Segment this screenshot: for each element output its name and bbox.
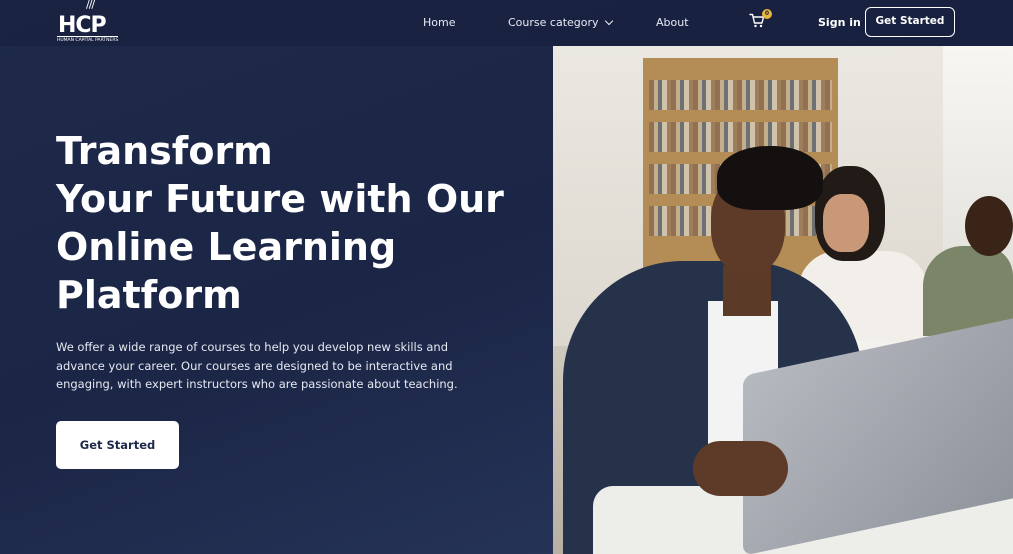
cart-count-badge: 0 <box>762 9 772 19</box>
hero-title: Transform Your Future with Our Online Le… <box>56 127 526 319</box>
sign-in-link[interactable]: Sign in <box>818 16 861 29</box>
nav-link-course-category[interactable]: Course category <box>508 16 613 29</box>
hero-title-line: Transform <box>56 129 273 173</box>
hero-title-line: Online Learning <box>56 225 397 269</box>
logo-tagline: HUMAN CAPITAL PARTNERS <box>57 36 119 43</box>
nav-link-home[interactable]: Home <box>423 16 455 29</box>
chevron-down-icon <box>604 16 613 26</box>
nav-link-about[interactable]: About <box>656 16 689 29</box>
logo-mark: HCP <box>58 13 107 38</box>
hero-get-started-button[interactable]: Get Started <box>56 421 179 469</box>
hero-description: We offer a wide range of courses to help… <box>56 340 458 391</box>
course-category-label: Course category <box>508 16 599 29</box>
hero-photo-students-learning <box>553 46 1013 554</box>
top-navbar: /// HCP HUMAN CAPITAL PARTNERS Home Cour… <box>0 0 1013 46</box>
hero-title-line: Platform <box>56 273 242 317</box>
hero-title-line: Your Future with Our <box>56 177 504 221</box>
logo-slashes: /// <box>86 0 95 11</box>
nav-get-started-button[interactable]: Get Started <box>865 7 955 37</box>
hcp-logo[interactable]: /// HCP HUMAN CAPITAL PARTNERS <box>56 0 122 44</box>
cart-button[interactable]: 0 <box>749 9 772 31</box>
